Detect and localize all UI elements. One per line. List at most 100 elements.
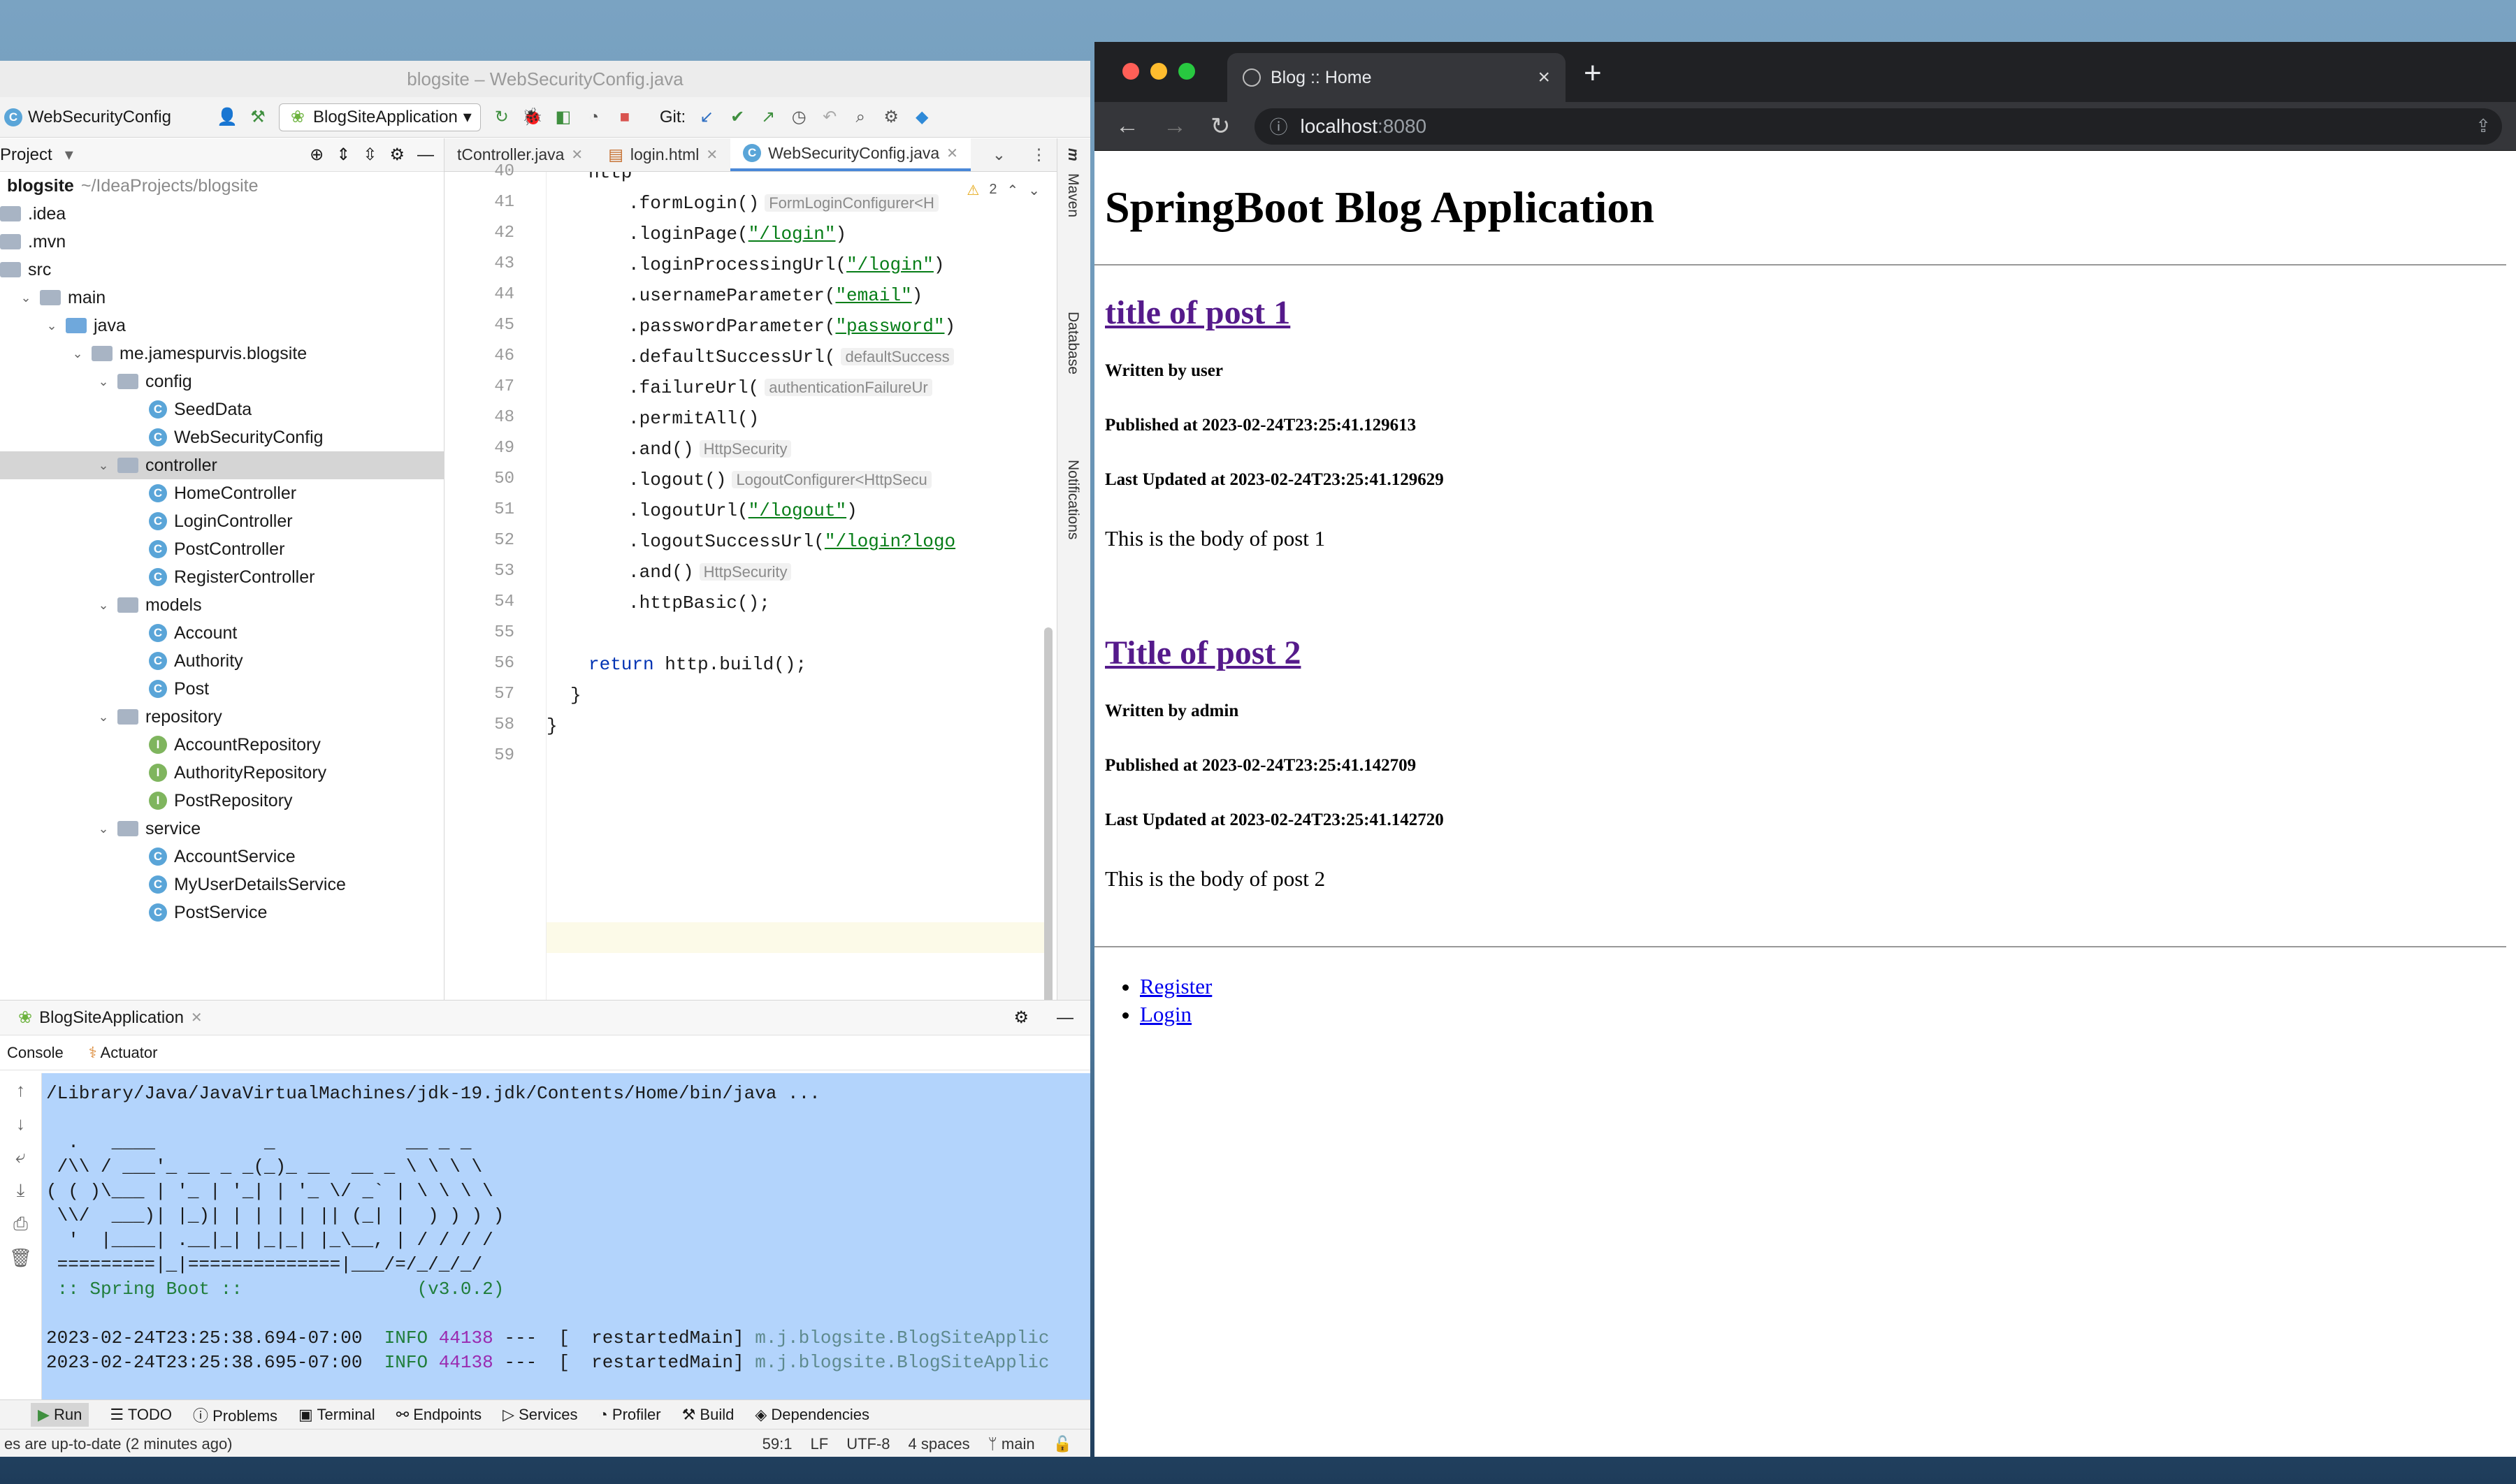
forward-icon[interactable]: → bbox=[1163, 112, 1187, 140]
collapse-all-icon[interactable]: ⇳ bbox=[363, 145, 377, 165]
minimize-icon[interactable]: — bbox=[417, 145, 434, 165]
tree-item-logincontroller[interactable]: C LoginController bbox=[0, 507, 444, 535]
tree-item--mvn[interactable]: .mvn bbox=[0, 228, 444, 256]
tool-profiler[interactable]: ◔ Profiler bbox=[598, 1406, 660, 1424]
login-link[interactable]: Login bbox=[1140, 1002, 1192, 1026]
tree-item-postcontroller[interactable]: C PostController bbox=[0, 535, 444, 563]
tool-maven[interactable]: Maven bbox=[1064, 173, 1081, 217]
tree-item-homecontroller[interactable]: C HomeController bbox=[0, 479, 444, 507]
chevron-icon[interactable]: ⌄ bbox=[96, 822, 110, 836]
gear-icon[interactable]: ⚙ bbox=[881, 108, 901, 127]
new-tab-button[interactable]: + bbox=[1584, 56, 1602, 91]
tool-endpoints[interactable]: ⚯ Endpoints bbox=[396, 1406, 482, 1424]
post-title-link[interactable]: title of post 1 bbox=[1105, 293, 2516, 332]
plugin-icon[interactable]: ◆ bbox=[912, 108, 932, 127]
soft-wrap-icon[interactable]: ⤶ bbox=[0, 1140, 41, 1174]
hammer-icon[interactable]: ⚒ bbox=[248, 108, 268, 127]
register-link[interactable]: Register bbox=[1140, 974, 1212, 998]
maximize-window-button[interactable] bbox=[1178, 63, 1195, 80]
tool-problems[interactable]: ⓘ Problems bbox=[193, 1404, 277, 1426]
git-update-icon[interactable]: ↙ bbox=[697, 108, 716, 127]
file-encoding[interactable]: UTF-8 bbox=[846, 1435, 890, 1453]
tree-item-account[interactable]: C Account bbox=[0, 619, 444, 647]
debug-icon[interactable]: 🐞 bbox=[522, 108, 543, 127]
arrow-down-icon[interactable]: ↓ bbox=[0, 1107, 41, 1140]
chevron-up-icon[interactable]: ⌃ bbox=[1006, 182, 1018, 199]
line-separator[interactable]: LF bbox=[811, 1435, 829, 1453]
tree-item-registercontroller[interactable]: C RegisterController bbox=[0, 563, 444, 591]
tree-item-accountrepository[interactable]: I AccountRepository bbox=[0, 731, 444, 759]
tree-item-postrepository[interactable]: I PostRepository bbox=[0, 787, 444, 815]
minimize-window-button[interactable] bbox=[1150, 63, 1167, 80]
reload-icon[interactable]: ↻ bbox=[1210, 112, 1231, 140]
close-window-button[interactable] bbox=[1122, 63, 1139, 80]
tab-login-html[interactable]: ▤ login.html ✕ bbox=[595, 138, 730, 171]
rerun-icon[interactable]: ↻ bbox=[492, 108, 512, 127]
gear-icon[interactable]: ⚙ bbox=[389, 145, 405, 165]
indent-setting[interactable]: 4 spaces bbox=[909, 1435, 970, 1453]
lock-icon[interactable]: 🔓 bbox=[1053, 1435, 1072, 1453]
info-icon[interactable]: ⓘ bbox=[1270, 113, 1288, 139]
git-commit-icon[interactable]: ✔ bbox=[728, 108, 747, 127]
close-icon[interactable]: ✕ bbox=[571, 146, 583, 163]
search-icon[interactable]: ⌕ bbox=[851, 108, 870, 127]
console-output[interactable]: /Library/Java/JavaVirtualMachines/jdk-19… bbox=[42, 1073, 1090, 1399]
close-icon[interactable]: ✕ bbox=[191, 1009, 203, 1026]
code-area[interactable]: http .formLogin() FormLoginConfigurer<H .lo… bbox=[547, 172, 1057, 1000]
tree-item-postservice[interactable]: C PostService bbox=[0, 899, 444, 926]
expand-all-icon[interactable]: ⇕ bbox=[336, 145, 350, 165]
print-icon[interactable]: ⎙ bbox=[0, 1207, 41, 1241]
profile-icon[interactable]: ◔ bbox=[584, 108, 604, 127]
tree-item-websecurityconfig[interactable]: C WebSecurityConfig bbox=[0, 423, 444, 451]
tree-item-seeddata[interactable]: C SeedData bbox=[0, 395, 444, 423]
close-icon[interactable]: × bbox=[1538, 66, 1550, 89]
address-bar[interactable]: ⓘ localhost:8080 ⇪ bbox=[1254, 108, 2502, 145]
git-push-icon[interactable]: ↗ bbox=[758, 108, 778, 127]
tool-notifications[interactable]: Notifications bbox=[1064, 460, 1081, 539]
gear-icon[interactable]: ⚙ bbox=[1013, 1007, 1029, 1028]
tree-item--idea[interactable]: .idea bbox=[0, 200, 444, 228]
close-icon[interactable]: ✕ bbox=[946, 145, 958, 162]
browser-tab[interactable]: Blog :: Home × bbox=[1227, 53, 1566, 102]
rollback-icon[interactable]: ↶ bbox=[820, 108, 839, 127]
trash-icon[interactable]: 🗑 bbox=[0, 1241, 41, 1274]
locate-icon[interactable]: ⊕ bbox=[310, 145, 324, 165]
tree-item-service[interactable]: ⌄ service bbox=[0, 815, 444, 843]
git-branch[interactable]: ᛘ main bbox=[988, 1435, 1035, 1453]
tree-item-blogsite[interactable]: blogsite ~/IdeaProjects/blogsite bbox=[0, 172, 444, 200]
run-config-select[interactable]: ❀ BlogSiteApplication ▾ bbox=[278, 103, 481, 131]
tree-item-myuserdetailsservice[interactable]: C MyUserDetailsService bbox=[0, 871, 444, 899]
chevron-icon[interactable]: ⌄ bbox=[96, 458, 110, 473]
close-icon[interactable]: ✕ bbox=[706, 146, 718, 163]
tree-item-models[interactable]: ⌄ models bbox=[0, 591, 444, 619]
tab-actuator[interactable]: ⚕ Actuator bbox=[89, 1044, 158, 1062]
tab-console[interactable]: Console bbox=[7, 1044, 64, 1062]
scroll-to-end-icon[interactable]: ⤓ bbox=[0, 1174, 41, 1207]
history-icon[interactable]: ◷ bbox=[789, 108, 809, 127]
user-icon[interactable]: 👤 bbox=[217, 108, 238, 127]
tree-item-authority[interactable]: C Authority bbox=[0, 647, 444, 675]
run-tab[interactable]: BlogSiteApplication bbox=[39, 1008, 184, 1028]
tree-item-controller[interactable]: ⌄ controller bbox=[0, 451, 444, 479]
tree-item-authorityrepository[interactable]: I AuthorityRepository bbox=[0, 759, 444, 787]
more-icon[interactable]: ⋮ bbox=[1031, 145, 1047, 164]
arrow-up-icon[interactable]: ↑ bbox=[0, 1073, 41, 1107]
chevron-icon[interactable]: ⌄ bbox=[96, 598, 110, 613]
tool-todo[interactable]: ☰ TODO bbox=[110, 1406, 172, 1424]
post-title-link[interactable]: Title of post 2 bbox=[1105, 634, 2516, 672]
tree-item-me-jamespurvis-blogsite[interactable]: ⌄ me.jamespurvis.blogsite bbox=[0, 340, 444, 368]
inspection-widget[interactable]: ⚠ 2 ⌃ ⌄ bbox=[967, 182, 1040, 199]
tree-item-repository[interactable]: ⌄ repository bbox=[0, 703, 444, 731]
minimize-icon[interactable]: — bbox=[1057, 1008, 1073, 1028]
tree-item-src[interactable]: src bbox=[0, 256, 444, 284]
tool-run[interactable]: ▶ Run bbox=[31, 1402, 89, 1427]
tool-terminal[interactable]: ▣ Terminal bbox=[298, 1406, 375, 1424]
maven-icon[interactable]: m bbox=[1064, 148, 1081, 161]
tab-websecurityconfig[interactable]: C WebSecurityConfig.java ✕ bbox=[730, 138, 971, 171]
coverage-icon[interactable]: ◧ bbox=[554, 108, 573, 127]
chevron-down-icon[interactable]: ▾ bbox=[65, 145, 73, 165]
chevron-down-icon[interactable]: ⌄ bbox=[1028, 182, 1040, 199]
tree-item-main[interactable]: ⌄ main bbox=[0, 284, 444, 312]
tool-services[interactable]: ▷ Services bbox=[503, 1406, 577, 1424]
chevron-icon[interactable]: ⌄ bbox=[45, 319, 59, 333]
